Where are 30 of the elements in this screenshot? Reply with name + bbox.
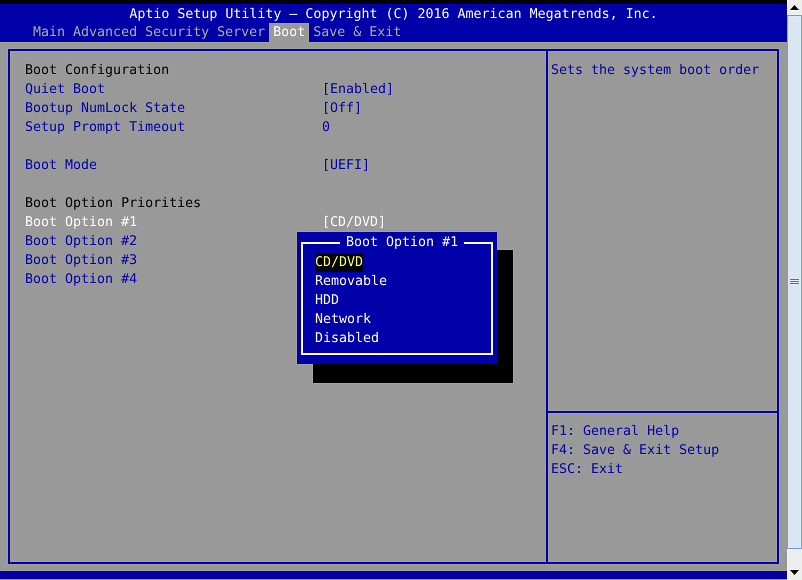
- setting-label[interactable]: Setup Prompt Timeout: [25, 118, 322, 137]
- setting-value[interactable]: 0: [322, 118, 330, 137]
- menu-tab[interactable]: Main: [29, 23, 70, 42]
- popup-title: Boot Option #1: [340, 233, 464, 252]
- setting-label[interactable]: Boot Mode: [25, 156, 322, 175]
- popup-option[interactable]: HDD: [315, 291, 340, 310]
- menu-tab[interactable]: Server: [213, 23, 270, 42]
- menu-tab[interactable]: Save & Exit: [309, 23, 406, 42]
- key-help: F4: Save & Exit Setup: [551, 442, 720, 460]
- popup-option[interactable]: Removable: [315, 272, 388, 291]
- setting-value[interactable]: [UEFI]: [322, 156, 370, 175]
- popup-option[interactable]: CD/DVD: [315, 253, 364, 272]
- key-help: ESC: Exit: [551, 461, 624, 479]
- help-text: Sets the system boot order: [550, 62, 760, 80]
- window-title: Aptio Setup Utility – Copyright (C) 2016 American Megatrends, Inc.: [128, 6, 659, 24]
- setting-value[interactable]: [Off]: [322, 99, 362, 118]
- grip-icon: [790, 279, 799, 285]
- popup-option[interactable]: Network: [315, 310, 372, 329]
- setting-label[interactable]: Boot Option #1: [25, 213, 322, 232]
- menu-tab[interactable]: Security: [141, 23, 214, 42]
- setting-label[interactable]: Quiet Boot: [25, 80, 322, 99]
- key-help: F1: General Help: [551, 423, 680, 441]
- menu-tab[interactable]: Boot: [269, 23, 310, 42]
- section-heading: Boot Configuration: [25, 62, 170, 80]
- setting-value[interactable]: [Enabled]: [322, 80, 394, 99]
- setting-label[interactable]: Bootup NumLock State: [25, 99, 322, 118]
- setting-value[interactable]: [CD/DVD]: [322, 213, 386, 232]
- menu-tab[interactable]: Advanced: [69, 23, 142, 42]
- section-heading: Boot Option Priorities: [25, 195, 202, 213]
- popup-option[interactable]: Disabled: [315, 329, 380, 348]
